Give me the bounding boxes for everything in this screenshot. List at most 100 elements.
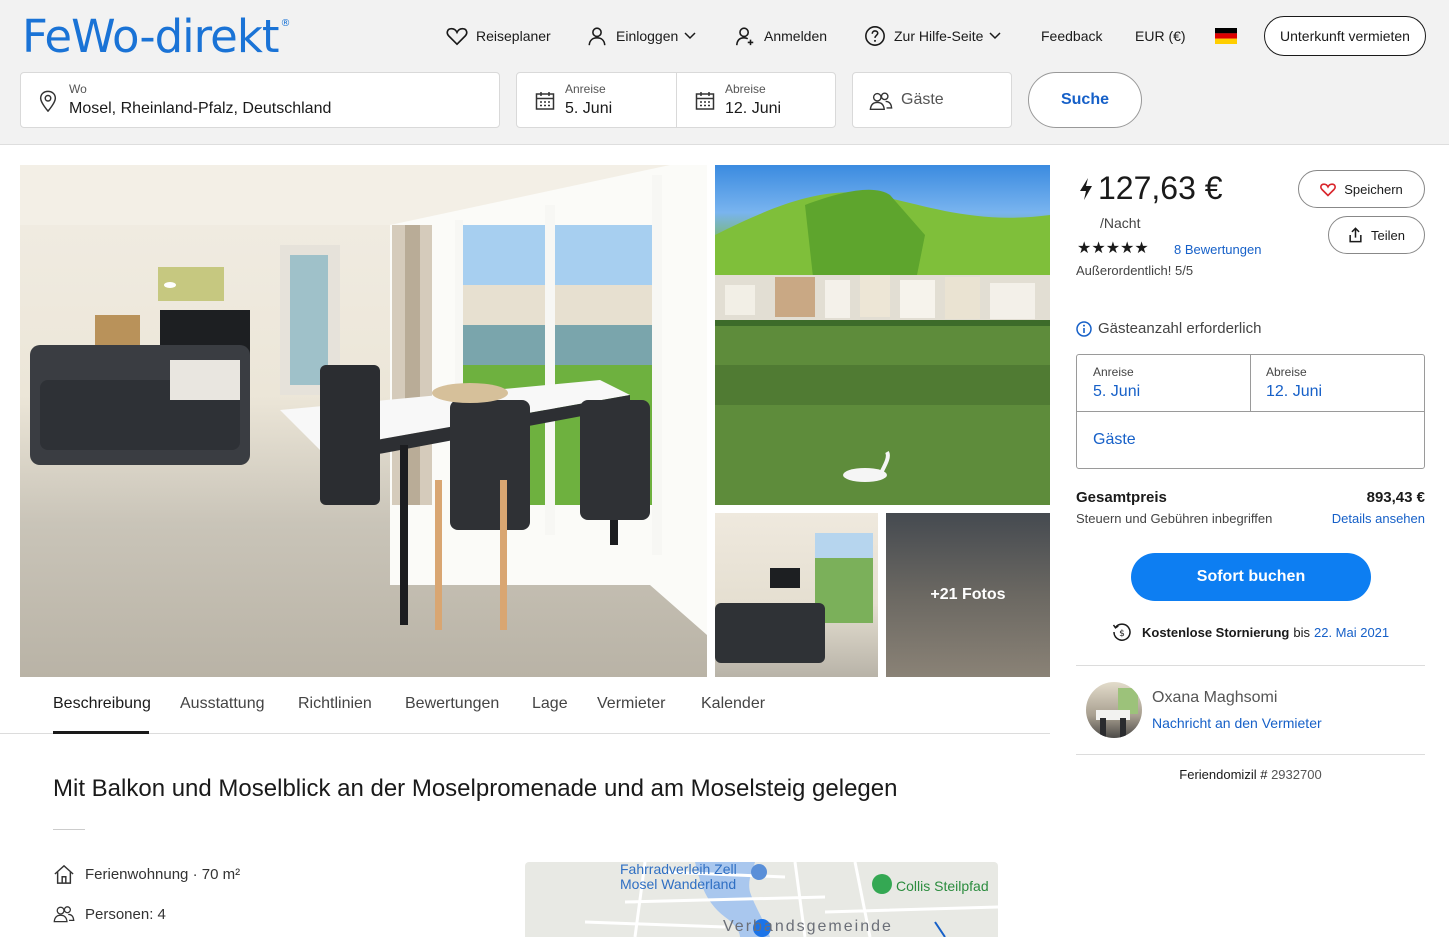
nav-reiseplaner[interactable]: Reiseplaner — [446, 22, 551, 50]
section-tabs: Beschreibung Ausstattung Richtlinien Bew… — [0, 680, 1050, 734]
property-type: Ferienwohnung · 70 m² — [53, 864, 240, 884]
location-map[interactable]: Fahrradverleih Zell Mosel Wanderland Col… — [525, 862, 998, 937]
nav-feedback[interactable]: Feedback — [1041, 22, 1102, 50]
nav-hilfe[interactable]: Zur Hilfe-Seite — [864, 22, 1001, 50]
help-icon — [864, 25, 886, 47]
location-value: Mosel, Rheinland-Pfalz, Deutschland — [69, 100, 332, 117]
thumbnail-living-room[interactable] — [715, 513, 878, 677]
date-range-field[interactable]: Anreise 5. Juni Abreise 12. Juni — [516, 72, 836, 128]
guests-placeholder: Gäste — [901, 91, 944, 108]
add-user-icon — [734, 25, 756, 47]
message-host-link[interactable]: Nachricht an den Vermieter — [1152, 715, 1322, 731]
living-room-thumbnail-image — [715, 533, 873, 663]
active-tab-indicator — [53, 731, 149, 734]
user-icon — [586, 25, 608, 47]
map-poi-fahrradverleih[interactable]: Fahrradverleih Zell Mosel Wanderland — [620, 862, 737, 892]
property-id-label: Feriendomizil # — [1179, 767, 1268, 782]
thumbnail-more-photos[interactable]: +21 Fotos — [886, 513, 1050, 677]
total-price-note: Steuern und Gebühren inbegriffen — [1076, 511, 1273, 526]
more-photos-label: +21 Fotos — [930, 586, 1006, 603]
tab-vermieter[interactable]: Vermieter — [597, 695, 665, 713]
calendar-icon — [695, 91, 715, 116]
users-icon — [869, 90, 893, 117]
abreise-value: 12. Juni — [725, 100, 782, 117]
total-price-value: 893,43 € — [1366, 489, 1425, 506]
tab-richtlinien[interactable]: Richtlinien — [298, 695, 372, 713]
booking-anreise-label: Anreise — [1093, 365, 1134, 379]
booking-dates-form: Anreise 5. Juni Abreise 12. Juni Gäste — [1076, 354, 1425, 469]
property-type-label: Ferienwohnung · 70 m² — [85, 865, 241, 883]
nav-feedback-label: Feedback — [1041, 28, 1103, 44]
booking-guests-label: Gäste — [1093, 431, 1136, 448]
booking-abreise-value: 12. Juni — [1266, 383, 1323, 400]
free-cancellation-info: $ Kostenlose Stornierung bis 22. Mai 202… — [1112, 622, 1389, 642]
share-label: Teilen — [1371, 227, 1405, 243]
share-icon — [1348, 227, 1363, 243]
info-icon — [1076, 320, 1092, 337]
persons-count: Personen: 4 — [53, 904, 166, 924]
tab-beschreibung[interactable]: Beschreibung — [53, 695, 151, 713]
tab-bewertungen[interactable]: Bewertungen — [405, 695, 499, 713]
tab-ausstattung[interactable]: Ausstattung — [180, 695, 265, 713]
german-flag-icon — [1215, 28, 1237, 44]
cancellation-clock-icon: $ — [1112, 622, 1132, 642]
living-room-image — [20, 165, 707, 635]
tab-lage[interactable]: Lage — [532, 695, 568, 713]
share-button[interactable]: Teilen — [1328, 216, 1425, 254]
cancellation-until: bis — [1293, 624, 1310, 640]
unterkunft-vermieten-button[interactable]: Unterkunft vermieten — [1264, 16, 1426, 56]
host-name: Oxana Maghsomi — [1152, 689, 1278, 706]
guests-field[interactable]: Gäste — [852, 72, 1012, 128]
cancellation-date: 22. Mai 2021 — [1313, 624, 1390, 640]
reviews-link[interactable]: 8 Bewertungen — [1174, 242, 1261, 257]
divider — [1076, 665, 1425, 666]
booking-guests-field[interactable]: Gäste — [1077, 412, 1424, 468]
logo[interactable]: FeWo-direkt ® — [22, 10, 291, 63]
heart-icon — [446, 26, 468, 46]
main-photo-living-room[interactable] — [20, 165, 707, 677]
property-id: Feriendomizil # 2932700 — [1076, 767, 1425, 782]
rating-text: Außerordentlich! 5/5 — [1076, 263, 1194, 278]
book-now-button[interactable]: Sofort buchen — [1131, 553, 1371, 601]
price-value: 127,63 € — [1098, 170, 1223, 206]
location-field[interactable]: Wo Mosel, Rheinland-Pfalz, Deutschland — [20, 72, 500, 128]
nav-currency[interactable]: EUR (€) — [1135, 22, 1186, 50]
save-label: Speichern — [1344, 181, 1403, 197]
tab-kalender[interactable]: Kalender — [701, 695, 765, 713]
nav-anmelden-label: Anmelden — [764, 28, 828, 44]
header: FeWo-direkt ® Reiseplaner Einloggen Anmel… — [0, 0, 1449, 145]
save-button[interactable]: Speichern — [1298, 170, 1425, 208]
price-details-link[interactable]: Details ansehen — [1332, 511, 1425, 526]
booking-anreise-field[interactable]: Anreise 5. Juni — [1077, 355, 1250, 411]
calendar-icon — [535, 91, 555, 116]
anreise-value: 5. Juni — [565, 100, 613, 117]
booking-anreise-value: 5. Juni — [1093, 383, 1141, 400]
search-button[interactable]: Suche — [1028, 72, 1142, 128]
language-flag[interactable] — [1215, 22, 1237, 50]
nav-hilfe-label: Zur Hilfe-Seite — [894, 28, 984, 44]
nav-einloggen[interactable]: Einloggen — [586, 22, 696, 50]
svg-text:$: $ — [1119, 629, 1125, 639]
nav-anmelden[interactable]: Anmelden — [734, 22, 827, 50]
rating-stars: ★★★★★ — [1077, 240, 1149, 257]
divider — [1076, 754, 1425, 755]
divider — [53, 829, 85, 830]
host-avatar-image — [1096, 688, 1138, 738]
per-night-label: /Nacht — [1100, 215, 1141, 231]
river-village-image — [715, 189, 1050, 505]
host-avatar[interactable] — [1086, 682, 1142, 738]
nav-reiseplaner-label: Reiseplaner — [476, 28, 551, 44]
photo-river-village[interactable] — [715, 165, 1050, 505]
booking-abreise-field[interactable]: Abreise 12. Juni — [1251, 355, 1425, 411]
users-icon — [53, 904, 77, 924]
map-poi-line2: Mosel Wanderland — [620, 876, 737, 892]
map-poi-collis-steilpfad[interactable]: Collis Steilpfad — [896, 878, 989, 894]
chevron-down-icon — [989, 32, 1001, 40]
persons-label: Personen: 4 — [85, 905, 166, 923]
map-area-label: Verbandsgemeinde — [723, 918, 893, 935]
listing-headline: Mit Balkon und Moselblick an der Moselpr… — [53, 775, 898, 802]
lightning-icon — [1078, 177, 1094, 201]
cancellation-bold: Kostenlose Stornierung — [1142, 624, 1290, 640]
abreise-label: Abreise — [725, 82, 766, 96]
date-divider — [676, 73, 677, 127]
